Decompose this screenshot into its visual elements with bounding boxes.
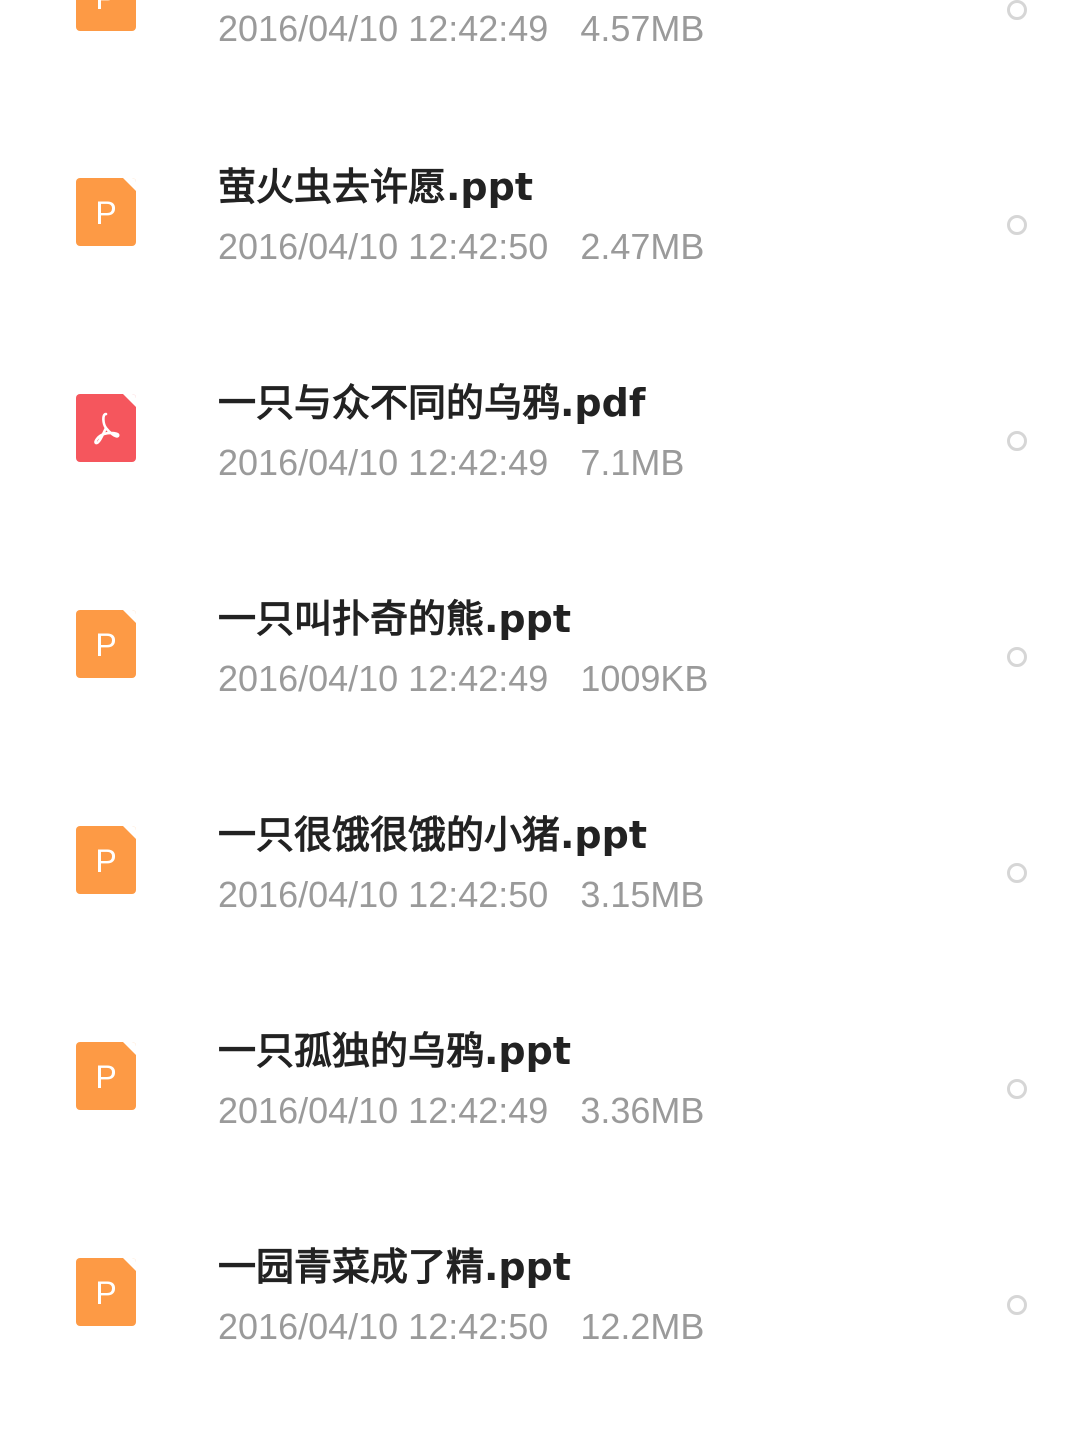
file-date: 2016/04/10 12:42:50	[218, 1306, 549, 1347]
ppt-file-icon: P	[76, 1258, 136, 1326]
select-radio[interactable]	[1007, 1295, 1027, 1315]
file-meta: 2016/04/10 12:42:50 12.2MB	[218, 1306, 704, 1348]
file-name: 一只与众不同的乌鸦.pdf	[218, 381, 646, 425]
file-name: 一园青菜成了精.ppt	[218, 1245, 572, 1289]
file-size: 3.15MB	[580, 874, 705, 915]
ppt-file-icon: P	[76, 610, 136, 678]
ppt-file-icon: P	[76, 178, 136, 246]
file-size: 1009KB	[580, 658, 709, 699]
select-radio[interactable]	[1007, 431, 1027, 451]
file-row[interactable]: P 一只很饿很饿的小猪.ppt 2016/04/10 12:42:50 3.15M…	[0, 756, 1080, 972]
file-row[interactable]: P 萤火虫去许愿.ppt 2016/04/10 12:42:50 2.47MB	[0, 108, 1080, 324]
acrobat-icon	[94, 412, 120, 445]
file-name: 一只叫扑奇的熊.ppt	[218, 597, 572, 641]
file-row[interactable]: 一只与众不同的乌鸦.pdf 2016/04/10 12:42:49 7.1MB	[0, 324, 1080, 540]
file-date: 2016/04/10 12:42:49	[218, 1090, 549, 1131]
file-meta: 2016/04/10 12:42:49 1009KB	[218, 658, 708, 700]
ppt-file-icon: P	[76, 826, 136, 894]
ppt-icon-letter: P	[95, 627, 117, 663]
file-row[interactable]: P 一园青菜成了精.ppt 2016/04/10 12:42:50 12.2MB	[0, 1188, 1080, 1404]
file-meta: 2016/04/10 12:42:49 3.36MB	[218, 1090, 704, 1132]
file-date: 2016/04/10 12:42:50	[218, 226, 549, 267]
ppt-icon-letter: P	[95, 1059, 117, 1095]
file-size: 7.1MB	[580, 442, 685, 483]
file-name: 萤火虫去许愿.ppt	[218, 165, 534, 209]
file-date: 2016/04/10 12:42:49	[218, 442, 549, 483]
select-radio[interactable]	[1007, 0, 1027, 20]
select-radio[interactable]	[1007, 215, 1027, 235]
select-radio[interactable]	[1007, 647, 1027, 667]
file-row[interactable]: P 一只叫扑奇的熊.ppt 2016/04/10 12:42:49 1009KB	[0, 540, 1080, 756]
file-size: 3.36MB	[580, 1090, 705, 1131]
ppt-icon-letter: P	[76, 0, 136, 31]
select-radio[interactable]	[1007, 1079, 1027, 1099]
ppt-icon-letter: P	[95, 843, 117, 879]
file-date: 2016/04/10 12:42:49	[218, 8, 549, 49]
file-name: 一只孤独的乌鸦.ppt	[218, 1029, 572, 1073]
file-meta: 2016/04/10 12:42:50 3.15MB	[218, 874, 704, 916]
ppt-icon-letter: P	[95, 1275, 117, 1311]
file-meta: 2016/04/10 12:42:49 4.57MB	[218, 8, 704, 50]
file-date: 2016/04/10 12:42:49	[218, 658, 549, 699]
file-row[interactable]: P 2016/04/10 12:42:49 4.57MB	[0, 0, 1080, 49]
pdf-file-icon	[76, 394, 136, 462]
file-size: 4.57MB	[580, 8, 705, 49]
file-date: 2016/04/10 12:42:50	[218, 874, 549, 915]
ppt-icon-letter: P	[95, 195, 117, 231]
file-size: 2.47MB	[580, 226, 705, 267]
file-size: 12.2MB	[580, 1306, 705, 1347]
file-name: 一只很饿很饿的小猪.ppt	[218, 813, 648, 857]
ppt-file-icon: P	[76, 0, 136, 31]
ppt-file-icon: P	[76, 1042, 136, 1110]
file-meta: 2016/04/10 12:42:50 2.47MB	[218, 226, 704, 268]
file-list: P 2016/04/10 12:42:49 4.57MB P 萤火虫去许愿.ppt…	[0, 0, 1080, 1440]
file-row[interactable]: P 一只孤独的乌鸦.ppt 2016/04/10 12:42:49 3.36MB	[0, 972, 1080, 1188]
file-meta: 2016/04/10 12:42:49 7.1MB	[218, 442, 684, 484]
select-radio[interactable]	[1007, 863, 1027, 883]
